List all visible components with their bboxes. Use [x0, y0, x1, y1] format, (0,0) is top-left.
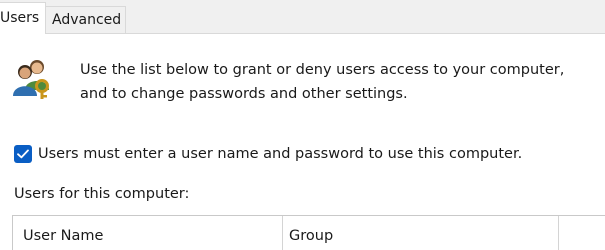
tab-advanced[interactable]: Advanced: [46, 6, 126, 33]
intro-line-2: and to change passwords and other settin…: [80, 86, 408, 102]
tab-divider: [0, 33, 605, 34]
users-icon: [12, 56, 54, 100]
tab-strip: Users Advanced: [0, 0, 605, 34]
require-login-label[interactable]: Users must enter a user name and passwor…: [38, 146, 522, 162]
user-accounts-dialog: Users Advanced Use the list below to gra…: [0, 0, 605, 250]
users-table[interactable]: User Name Group: [12, 215, 605, 250]
users-list-label: Users for this computer:: [14, 186, 190, 202]
require-login-checkbox[interactable]: [14, 145, 32, 163]
tab-users[interactable]: Users: [0, 2, 46, 34]
intro-description: Use the list below to grant or deny user…: [80, 58, 600, 106]
column-header-user-name[interactable]: User Name: [13, 216, 283, 250]
checkmark-icon: [17, 149, 29, 159]
intro-line-1: Use the list below to grant or deny user…: [80, 62, 565, 78]
require-login-row[interactable]: Users must enter a user name and passwor…: [14, 143, 522, 165]
column-header-group[interactable]: Group: [283, 216, 559, 250]
